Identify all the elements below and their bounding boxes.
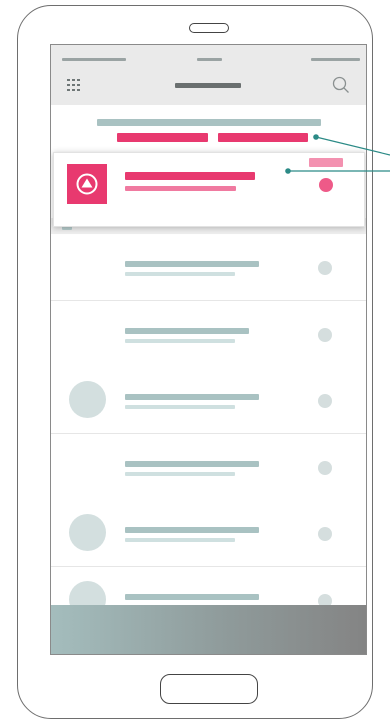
featured-status-dot bbox=[319, 178, 333, 192]
list-item-subtitle-placeholder bbox=[125, 471, 235, 476]
list-item-status-dot bbox=[318, 327, 332, 342]
list-item-subtitle-placeholder bbox=[125, 538, 235, 542]
list-item[interactable] bbox=[51, 367, 366, 434]
banner-action-primary[interactable] bbox=[117, 133, 208, 142]
avatar bbox=[69, 381, 106, 418]
status-center-placeholder bbox=[197, 58, 222, 61]
list-item-status-dot bbox=[318, 394, 332, 408]
featured-title-placeholder bbox=[125, 172, 255, 180]
grid-icon[interactable] bbox=[67, 78, 81, 91]
status-right-placeholder bbox=[311, 58, 360, 61]
title-placeholder bbox=[175, 83, 241, 88]
list-item-subtitle-placeholder bbox=[125, 405, 235, 409]
search-icon[interactable] bbox=[332, 76, 350, 94]
banner-action-secondary[interactable] bbox=[218, 133, 308, 142]
status-left-placeholder bbox=[62, 58, 126, 61]
list-item[interactable] bbox=[51, 234, 366, 301]
banner-text-placeholder bbox=[97, 119, 321, 126]
list-item-status-dot bbox=[318, 460, 332, 475]
list-item-title-placeholder bbox=[125, 327, 249, 334]
list-item-title-placeholder bbox=[125, 460, 259, 467]
featured-subtitle-placeholder bbox=[125, 186, 236, 191]
list-item-status-dot bbox=[318, 527, 332, 541]
list-item-subtitle-placeholder bbox=[125, 338, 235, 343]
list-item-title-placeholder bbox=[125, 261, 259, 267]
list-item-title-placeholder bbox=[125, 527, 259, 533]
list-item-title-placeholder bbox=[125, 394, 259, 400]
phone-speaker bbox=[189, 23, 229, 33]
list-item[interactable] bbox=[51, 500, 366, 567]
list-item[interactable] bbox=[51, 300, 366, 368]
app-header bbox=[51, 45, 366, 105]
list-item-status-dot bbox=[318, 261, 332, 275]
featured-thumbnail bbox=[67, 164, 107, 204]
featured-badge bbox=[309, 158, 343, 167]
triangle-up-icon bbox=[76, 173, 98, 195]
list-item[interactable] bbox=[51, 433, 366, 501]
notification-banner[interactable] bbox=[51, 105, 366, 152]
phone-screen bbox=[50, 44, 367, 655]
bottom-bar[interactable] bbox=[51, 605, 366, 654]
list-item-title-placeholder bbox=[125, 593, 259, 600]
list-item-subtitle-placeholder bbox=[125, 272, 235, 276]
home-button[interactable] bbox=[160, 674, 258, 704]
avatar bbox=[69, 514, 106, 551]
featured-list-item[interactable] bbox=[53, 152, 365, 227]
